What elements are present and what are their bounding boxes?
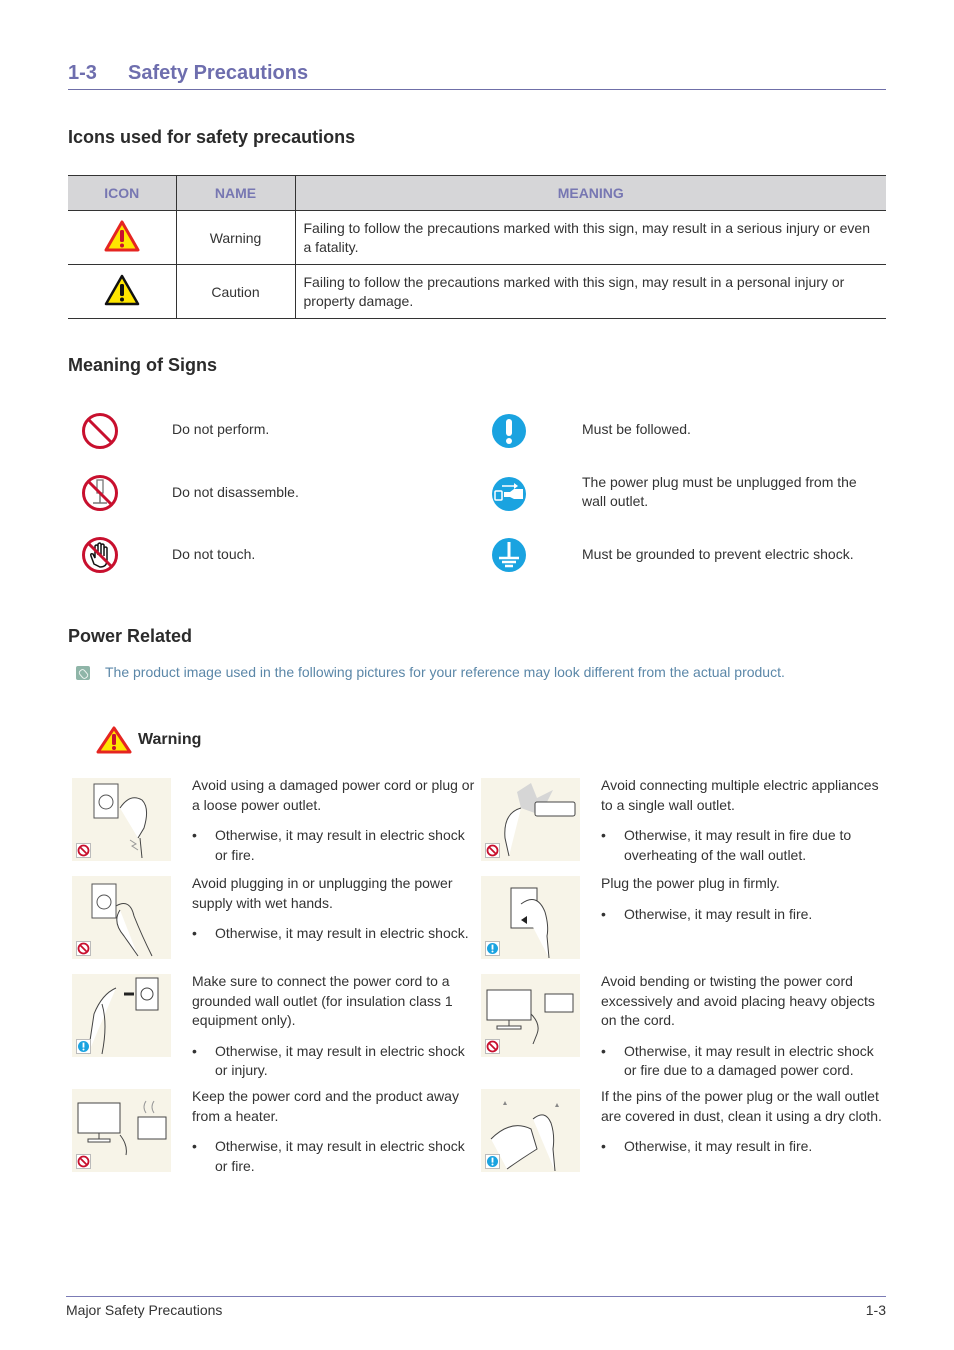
item-main-text: Keep the power cord and the product away… [192, 1088, 459, 1124]
table-row: Caution Failing to follow the precaution… [68, 264, 886, 319]
prohibition-icon [485, 1039, 500, 1054]
page-title: 1-3 Safety Precautions [68, 62, 886, 90]
illustration [72, 876, 171, 959]
item-text: Plug the power plug in firmly. • Otherwise… [601, 874, 886, 924]
illustration [481, 1089, 580, 1172]
no-disassemble-icon [82, 475, 118, 511]
item-bullet-text: Otherwise, it may result in fire due to … [624, 827, 852, 863]
exclamation-icon [485, 941, 500, 956]
item-text: Avoid connecting multiple electric appli… [601, 776, 886, 865]
item-main-text: Make sure to connect the power cord to a… [192, 973, 453, 1028]
item-bullet: • Otherwise, it may result in electric sh… [601, 1042, 886, 1081]
sign-text: Do not perform. [172, 421, 270, 437]
sign-text: Must be grounded to prevent electric sho… [582, 546, 854, 562]
item-main-text: Avoid using a damaged power cord or plug… [192, 777, 475, 813]
item-bullet-text: Otherwise, it may result in electric sho… [624, 1042, 874, 1079]
sign-text: Must be followed. [582, 421, 691, 437]
item-main-text: Avoid bending or twisting the power cord… [601, 973, 875, 1028]
section-number: 1-3 [68, 62, 97, 84]
item-bullet-text: Otherwise, it may result in fire. [624, 905, 813, 922]
icons-table: ICON NAME MEANING Warning Failing to fol… [68, 175, 886, 319]
item-text: Avoid using a damaged power cord or plug… [192, 776, 477, 865]
illustration [72, 778, 171, 861]
reference-note: The product image used in the following … [76, 664, 785, 680]
icon-cell [68, 264, 176, 319]
item-bullet: • Otherwise, it may result in electric sh… [192, 924, 477, 944]
exclamation-icon [492, 414, 526, 448]
caution-triangle-black-icon [104, 274, 139, 306]
item-bullet-text: Otherwise, it may result in electric sho… [215, 1138, 465, 1174]
item-main-text: Plug the power plug in firmly. [601, 875, 780, 891]
unplug-icon [492, 477, 526, 511]
illustration [72, 1089, 171, 1172]
item-bullet-text: Otherwise, it may result in electric sho… [215, 1042, 465, 1079]
table-header-row: ICON NAME MEANING [68, 175, 886, 211]
illustration [481, 876, 580, 959]
note-pencil-icon [76, 666, 90, 680]
meaning-cell: Failing to follow the precautions marked… [294, 264, 886, 319]
footer-page-number: 1-3 [865, 1302, 886, 1318]
item-bullet: • Otherwise, it may result in fire. [601, 905, 886, 925]
item-main-text: Avoid connecting multiple electric appli… [601, 777, 879, 813]
item-bullet: • Otherwise, it may result in electric sh… [192, 826, 477, 865]
sign-text: Do not touch. [172, 546, 256, 562]
item-bullet: • Otherwise, it may result in fire. [601, 1137, 886, 1157]
column-header-icon: ICON [68, 175, 176, 211]
bullet-glyph: • [192, 1042, 197, 1059]
prohibition-icon [76, 941, 91, 956]
bullet-glyph: • [192, 827, 197, 843]
sign-text: Do not disassemble. [172, 484, 299, 500]
no-touch-icon [82, 537, 118, 573]
exclamation-icon [76, 1039, 91, 1054]
section-title: Safety Precautions [128, 62, 309, 84]
illustration [481, 974, 580, 1057]
item-bullet: • Otherwise, it may result in electric sh… [192, 1042, 477, 1081]
item-text: If the pins of the power plug or the wal… [601, 1087, 886, 1157]
ground-icon [492, 538, 526, 572]
illustration [481, 778, 580, 861]
prohibition-icon [76, 1154, 91, 1169]
item-bullet-text: Otherwise, it may result in electric sho… [215, 925, 469, 941]
item-bullet-text: Otherwise, it may result in fire. [624, 1138, 813, 1154]
item-main-text: If the pins of the power plug or the wal… [601, 1088, 882, 1124]
warning-triangle-red-icon [104, 220, 140, 252]
warning-label: Warning [138, 731, 202, 748]
sign-text: The power plug must be unplugged from th… [582, 474, 857, 509]
item-main-text: Avoid plugging in or unplugging the powe… [192, 875, 453, 911]
signs-section-heading: Meaning of Signs [68, 355, 218, 375]
prohibition-icon [82, 413, 118, 449]
bullet-glyph: • [601, 905, 606, 922]
column-header-name: NAME [175, 175, 295, 211]
item-bullet: • Otherwise, it may result in fire due to… [601, 826, 886, 865]
bullet-glyph: • [601, 827, 606, 843]
icon-cell [68, 210, 176, 265]
exclamation-icon [485, 1154, 500, 1169]
icons-section-heading: Icons used for safety precautions [68, 127, 356, 147]
page-footer: Major Safety Precautions 1-3 [66, 1296, 886, 1318]
item-text: Avoid bending or twisting the power cord… [601, 972, 886, 1081]
item-bullet-text: Otherwise, it may result in electric sho… [215, 827, 465, 863]
bullet-glyph: • [601, 1042, 606, 1059]
bullet-glyph: • [192, 925, 197, 941]
power-section-heading: Power Related [68, 626, 193, 646]
item-text: Keep the power cord and the product away… [192, 1087, 477, 1176]
illustration [72, 974, 171, 1057]
name-cell: Warning [175, 210, 295, 265]
meaning-cell: Failing to follow the precautions marked… [294, 210, 886, 265]
name-cell: Caution [175, 264, 295, 319]
item-text: Make sure to connect the power cord to a… [192, 972, 477, 1081]
warning-triangle-red-icon [96, 726, 132, 754]
bullet-glyph: • [192, 1138, 197, 1154]
prohibition-icon [76, 843, 91, 858]
prohibition-icon [485, 843, 500, 858]
note-text: The product image used in the following … [105, 664, 785, 680]
table-row: Warning Failing to follow the precaution… [68, 210, 886, 265]
column-header-meaning: MEANING [294, 175, 886, 211]
bullet-glyph: • [601, 1138, 606, 1154]
footer-chapter: Major Safety Precautions [66, 1302, 223, 1318]
item-bullet: • Otherwise, it may result in electric sh… [192, 1137, 477, 1176]
item-text: Avoid plugging in or unplugging the powe… [192, 874, 477, 944]
